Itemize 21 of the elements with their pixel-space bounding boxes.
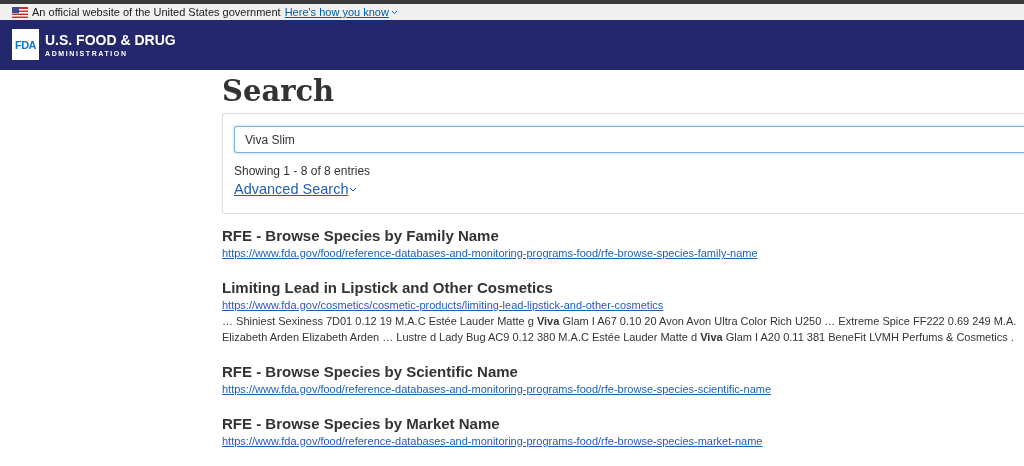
- search-field[interactable]: Viva Slim: [234, 126, 1024, 153]
- result-link[interactable]: https://www.fda.gov/food/reference-databases-and-monitoring-programs-food/rfe-browse-species-scientific-name: [222, 381, 772, 397]
- result-snippet: … Shiniest Sexiness 7D01 0.12 19 M.A.C Estée Lauder Matte g Viva Glam I A67 0.10 20 Avon Avon Ultra Color Rich U250 … Extreme Spice FF222 0.69 249 M.A.: [222, 314, 1017, 329]
- how-you-know-link[interactable]: Here's how you know: [284, 6, 398, 18]
- result-title: RFE - Browse Species by Market Name: [222, 415, 500, 433]
- result-link[interactable]: https://www.fda.gov/food/reference-databases-and-monitoring-programs-food/rfe-browse-species-market-name: [222, 433, 763, 449]
- fda-logo[interactable]: FDA: [12, 29, 39, 60]
- results-summary: Showing 1 - 8 of 8 entries: [234, 164, 371, 178]
- result-title: RFE - Browse Species by Scientific Name: [222, 363, 518, 381]
- result-link[interactable]: https://www.fda.gov/food/reference-databases-and-monitoring-programs-food/rfe-browse-species-family-name: [222, 245, 758, 261]
- result-snippet: Elizabeth Arden Elizabeth Arden … Lustre d Lady Bug AC9 0.12 380 M.A.C Estée Lauder Matte d Viva Glam I A20 0.11 381 BeneFit LVMH Perfums & Cosmetics .: [222, 330, 1014, 345]
- flag-icon: [12, 6, 28, 18]
- chevron-icon: [349, 186, 358, 192]
- advanced-search-link[interactable]: Advanced Search: [234, 181, 358, 197]
- page-title: Search: [222, 73, 336, 110]
- result-title: RFE - Browse Species by Family Name: [222, 227, 499, 245]
- result-title: Limiting Lead in Lipstick and Other Cosmetics: [222, 279, 553, 297]
- banner-text: An official website of the United States government: [32, 6, 281, 18]
- result-link[interactable]: https://www.fda.gov/cosmetics/cosmetic-products/limiting-lead-lipstick-and-other-cosmetics: [222, 297, 664, 313]
- agency-name: U.S. FOOD & DRUG: [45, 32, 176, 48]
- chevron-icon: [390, 9, 398, 15]
